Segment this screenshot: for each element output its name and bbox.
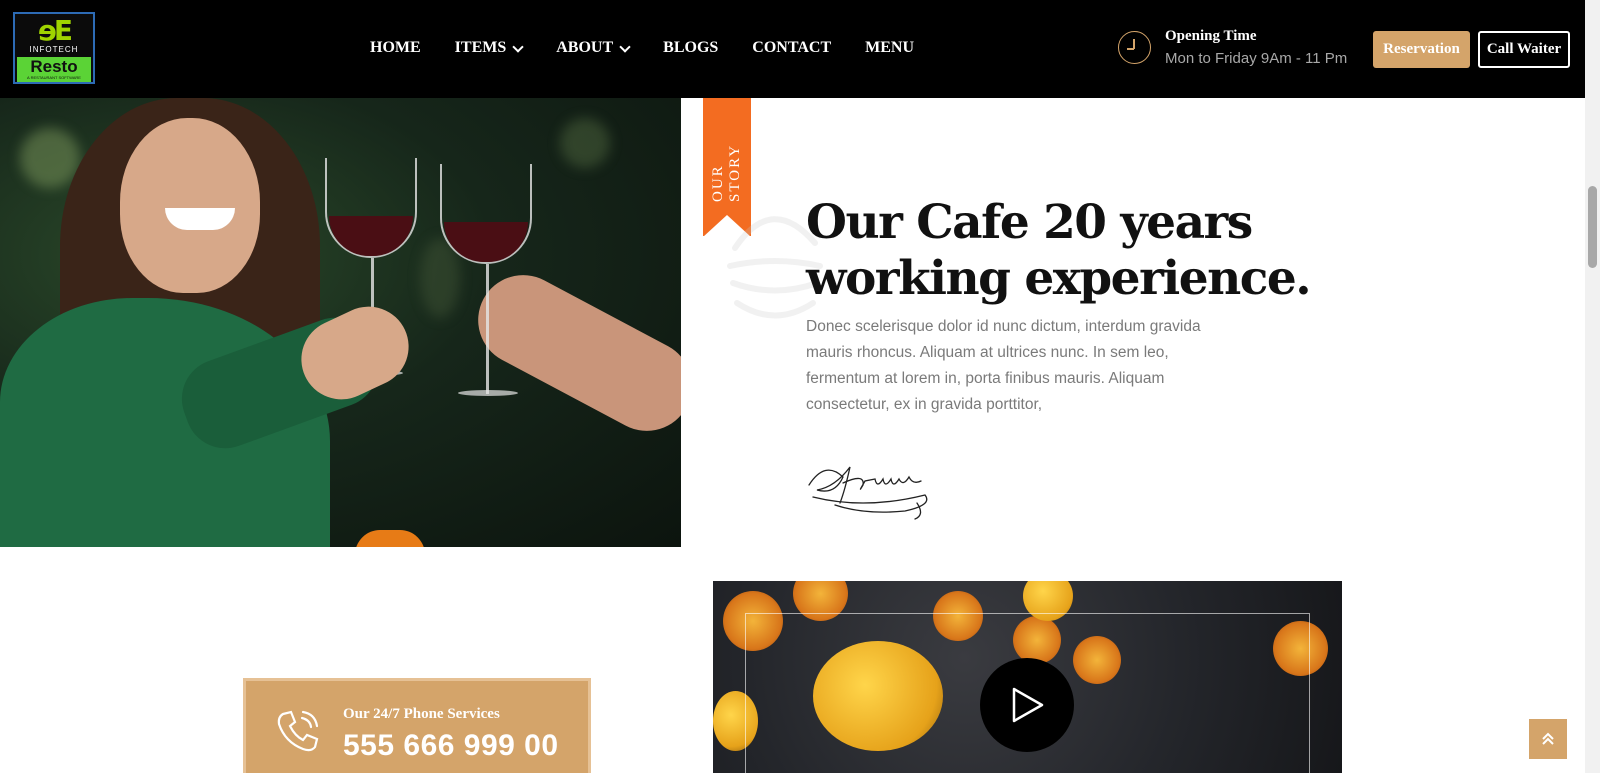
nav-home-label: HOME <box>370 39 421 56</box>
page-scrollbar[interactable] <box>1585 0 1600 773</box>
scrollbar-thumb[interactable] <box>1588 186 1597 268</box>
opening-time-title: Opening Time <box>1165 28 1257 44</box>
nav-items[interactable]: ITEMS <box>454 36 524 60</box>
phone-services-box: Our 24/7 Phone Services 555 666 999 00 <box>243 678 591 773</box>
nav-menu-label: MENU <box>865 39 915 56</box>
our-story-label: OUR STORY <box>710 143 743 202</box>
double-chevron-up-icon <box>1542 732 1554 745</box>
call-waiter-button[interactable]: Call Waiter <box>1478 31 1570 68</box>
phone-number[interactable]: 555 666 999 00 <box>343 729 559 763</box>
story-title-line-2: working experience. <box>806 251 1312 306</box>
clock-icon <box>1118 31 1151 64</box>
phone-icon <box>277 710 319 752</box>
play-icon <box>1012 687 1044 723</box>
nav-about-label: ABOUT <box>556 39 614 56</box>
signature-image <box>808 466 928 520</box>
video-thumbnail[interactable] <box>713 581 1342 773</box>
story-title: Our Cafe 20 years working experience. <box>806 195 1312 307</box>
story-text: Donec scelerisque dolor id nunc dictum, … <box>806 318 1201 413</box>
logo[interactable]: ɘE INFOTECH Resto A RESTAURANT SOFTWARE <box>13 12 95 84</box>
reservation-button[interactable]: Reservation <box>1373 31 1470 68</box>
chevron-down-icon <box>512 40 524 53</box>
phone-label: Our 24/7 Phone Services <box>343 706 500 722</box>
logo-tagline: A RESTAURANT SOFTWARE <box>27 75 81 80</box>
chevron-down-icon <box>619 40 631 53</box>
logo-subtitle: INFOTECH <box>29 45 79 54</box>
nav-contact[interactable]: CONTACT <box>752 36 831 60</box>
nav-blogs[interactable]: BLOGS <box>663 36 718 60</box>
nav-home[interactable]: HOME <box>370 36 421 60</box>
site-header: ɘE INFOTECH Resto A RESTAURANT SOFTWARE … <box>0 0 1585 98</box>
nav-contact-label: CONTACT <box>752 39 832 56</box>
nav-about[interactable]: ABOUT <box>556 36 631 60</box>
nav-items-label: ITEMS <box>454 39 507 56</box>
play-button[interactable] <box>980 658 1074 752</box>
back-to-top-button[interactable] <box>1529 719 1567 759</box>
opening-time-hours: Mon to Friday 9Am - 11 Pm <box>1165 50 1348 67</box>
nav-menu[interactable]: MENU <box>865 36 914 60</box>
story-title-line-1: Our Cafe 20 years <box>806 195 1253 250</box>
nav-blogs-label: BLOGS <box>663 39 719 56</box>
hero-image <box>0 98 681 547</box>
main-nav: HOME ITEMS ABOUT BLOGS CONTACT MENU <box>370 36 948 60</box>
